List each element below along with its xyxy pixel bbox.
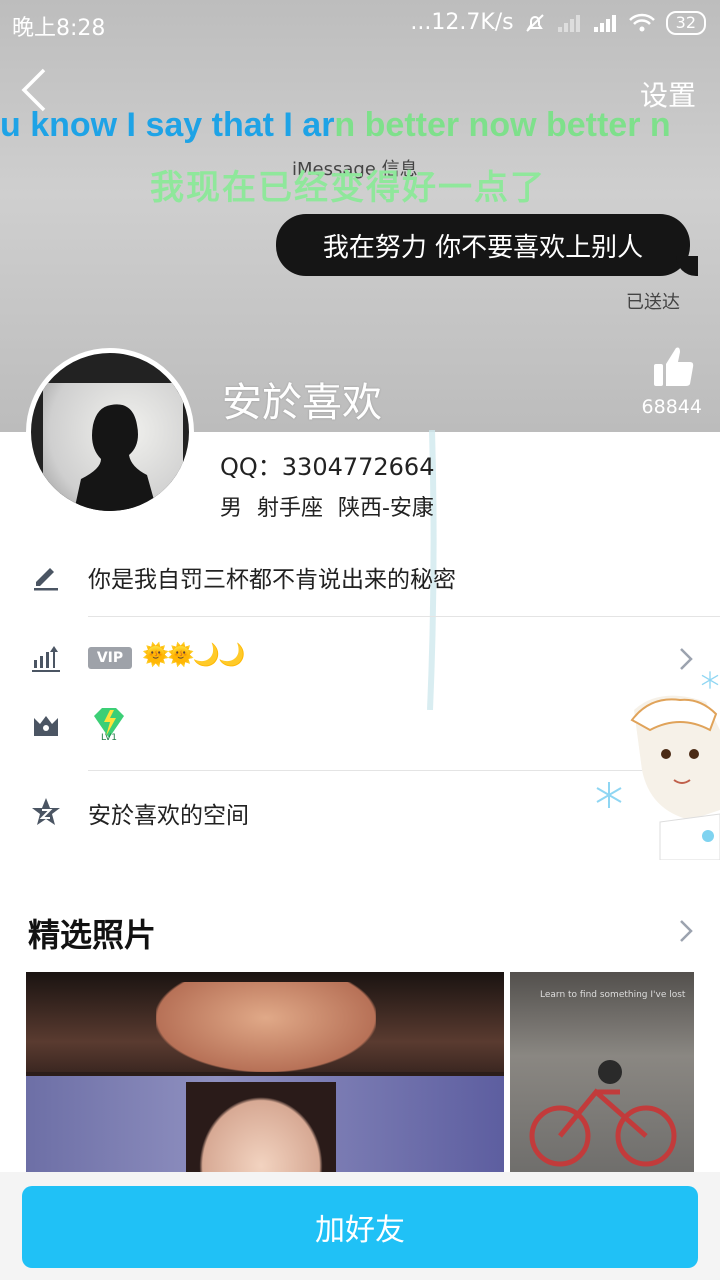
status-time: 晚上8:28 (12, 16, 106, 41)
lyric-unsung: n better now better n (334, 106, 671, 144)
thumbs-up-icon[interactable] (650, 344, 696, 390)
profile-info: 男 射手座 陕西-安康 (220, 496, 434, 521)
chevron-right-icon (680, 648, 693, 670)
featured-photo-side[interactable]: Learn to find something I've lost (510, 972, 694, 1182)
add-friend-button[interactable]: 加好友 (22, 1186, 698, 1268)
status-bar: 晚上8:28 ...12.7K/s 32 (0, 0, 720, 48)
battery-indicator: 32 (665, 10, 706, 35)
space-label: 安於喜欢的空间 (88, 803, 249, 829)
like-count: 68844 (641, 396, 702, 418)
qq-number: QQ：3304772664 (220, 453, 435, 481)
vip-badge: VIP (88, 647, 132, 669)
qzone-star-icon (32, 798, 60, 825)
message-bubble-tail (676, 256, 698, 276)
level-up-chart-icon (32, 646, 60, 672)
profile-screen: 晚上8:28 ...12.7K/s 32 设置 iMessage 信息 我在努力… (0, 0, 720, 1280)
avatar[interactable] (26, 348, 194, 516)
gem-level-badge-icon: LV1 (94, 708, 124, 742)
signature-text: 你是我自罚三杯都不肯说出来的秘密 (88, 567, 456, 593)
featured-photos-title: 精选照片 (28, 916, 157, 954)
mute-bell-icon (525, 13, 544, 32)
lyric-chinese: 我现在已经变得好一点了 (150, 168, 546, 208)
cartoon-sticker (630, 695, 720, 860)
message-bubble: 我在努力 你不要喜欢上别人 (276, 214, 690, 276)
signal-weak-icon (557, 14, 580, 32)
nickname: 安於喜欢 (222, 380, 382, 426)
bicycle-photo (529, 1060, 677, 1167)
divider (88, 616, 720, 617)
gem-level-text: LV1 (101, 733, 117, 742)
delivered-label: 已送达 (626, 292, 680, 313)
signature-row[interactable]: 你是我自罚三杯都不肯说出来的秘密 (0, 556, 720, 596)
status-right: ...12.7K/s 32 (410, 10, 706, 35)
chevron-right-icon[interactable] (678, 918, 694, 944)
snowflake-icon (596, 782, 622, 808)
crown-box-icon (34, 716, 58, 736)
net-speed: ...12.7K/s (410, 10, 514, 35)
photo-figure (156, 982, 376, 1072)
signal-icon (593, 14, 616, 32)
edit-pencil-icon (34, 568, 58, 591)
photo-face (186, 1082, 336, 1182)
photo-caption: Learn to find something I've lost (540, 990, 686, 1000)
level-icons: 🌞🌞🌙🌙 (142, 643, 246, 668)
featured-photo-main[interactable] (26, 972, 504, 1182)
lyric-english: u know I say that I arn better now bette… (0, 106, 720, 145)
wifi-icon (628, 13, 655, 31)
avatar-silhouette (74, 404, 158, 511)
lyric-sung: u know I say that I ar (0, 106, 335, 144)
snowflake-icon (701, 671, 719, 689)
